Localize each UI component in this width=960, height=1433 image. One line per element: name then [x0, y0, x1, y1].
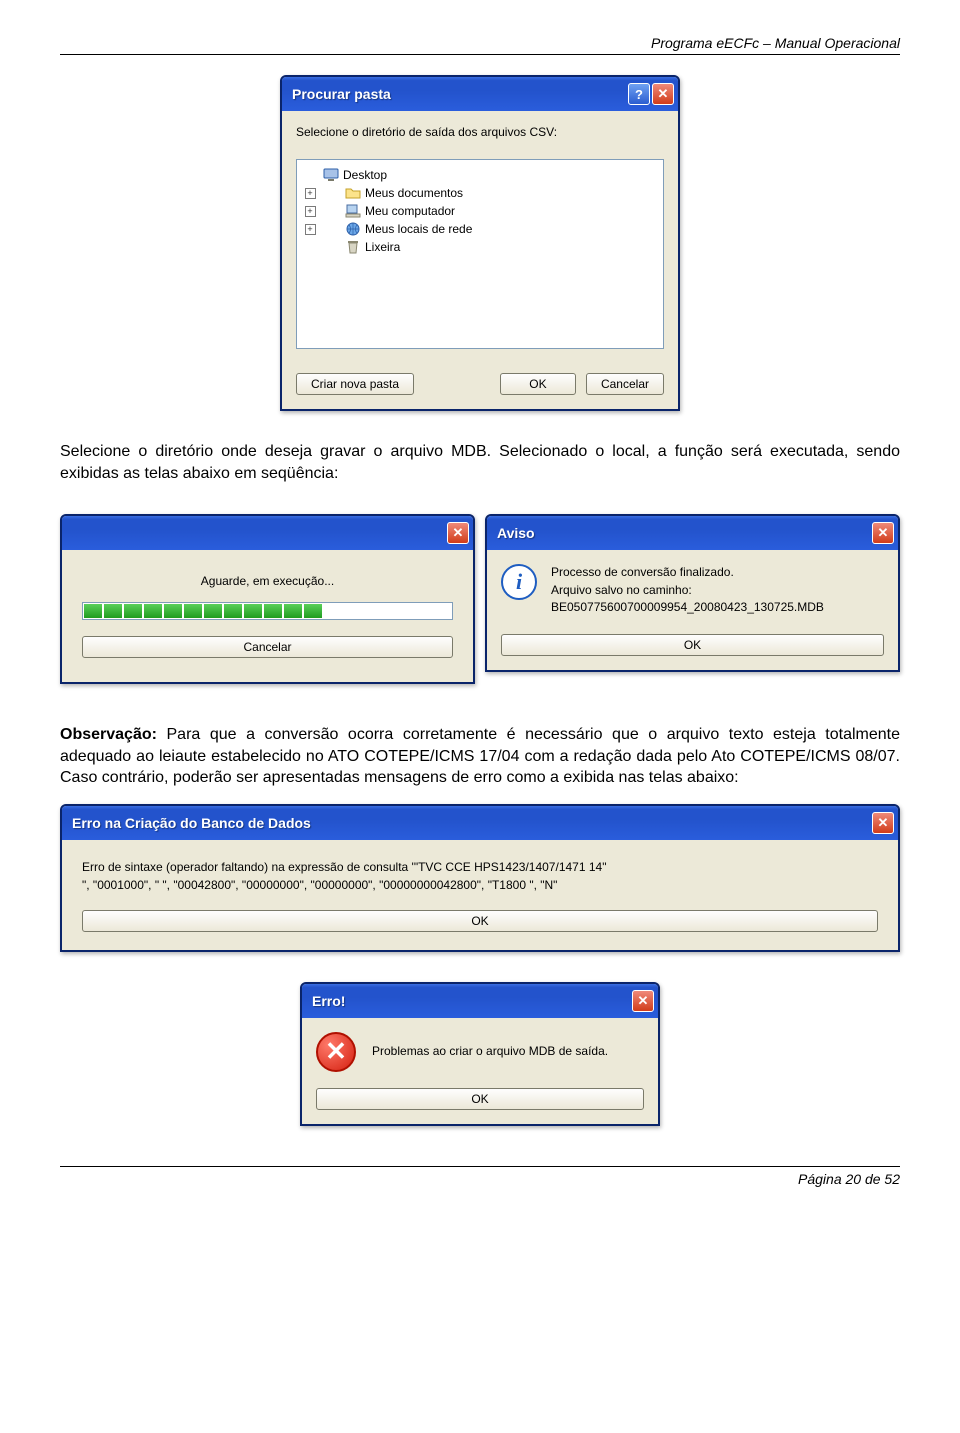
progress-dialog: ✕ Aguarde, em execução... Cancelar — [60, 514, 475, 684]
aviso-message: Processo de conversão finalizado. Arquiv… — [551, 564, 824, 616]
dialog-titlebar: ✕ — [62, 516, 473, 550]
cancel-button[interactable]: Cancelar — [82, 636, 453, 658]
folder-tree[interactable]: Desktop + Meus documentos + Meu — [296, 159, 664, 349]
network-icon — [345, 221, 361, 237]
doc-header: Programa eECFc – Manual Operacional — [60, 35, 900, 55]
dialog-titlebar: Procurar pasta ? ✕ — [282, 77, 678, 111]
observacao-label: Observação: — [60, 726, 157, 743]
aviso-dialog: Aviso ✕ i Processo de conversão finaliza… — [485, 514, 900, 672]
help-button[interactable]: ? — [628, 83, 650, 105]
tree-label: Desktop — [343, 168, 387, 182]
aviso-line: Arquivo salvo no caminho: — [551, 582, 824, 599]
cancel-button[interactable]: Cancelar — [586, 373, 664, 395]
folder-icon — [345, 185, 361, 201]
expand-icon[interactable]: + — [305, 206, 316, 217]
tree-item-docs[interactable]: + Meus documentos — [301, 184, 659, 202]
db-error-dialog: Erro na Criação do Banco de Dados ✕ Erro… — [60, 804, 900, 952]
ok-button[interactable]: OK — [316, 1088, 644, 1110]
expand-icon[interactable]: + — [305, 188, 316, 199]
instruction-label: Selecione o diretório de saída dos arqui… — [296, 125, 664, 139]
computer-icon — [345, 203, 361, 219]
error-message: Problemas ao criar o arquivo MDB de saíd… — [372, 1043, 608, 1060]
error-icon: ✕ — [316, 1032, 356, 1072]
expand-icon[interactable]: + — [305, 224, 316, 235]
dialog-titlebar: Erro na Criação do Banco de Dados ✕ — [62, 806, 898, 840]
close-button[interactable]: ✕ — [652, 83, 674, 105]
close-button[interactable]: ✕ — [872, 812, 894, 834]
aviso-line: BE050775600700009954_20080423_130725.MDB — [551, 599, 824, 616]
tree-label: Meus locais de rede — [365, 222, 472, 236]
aviso-line: Processo de conversão finalizado. — [551, 564, 824, 581]
error-line: Erro de sintaxe (operador faltando) na e… — [82, 858, 878, 876]
browse-folder-dialog: Procurar pasta ? ✕ Selecione o diretório… — [280, 75, 680, 411]
close-button[interactable]: ✕ — [447, 522, 469, 544]
doc-footer: Página 20 de 52 — [60, 1166, 900, 1187]
tree-label: Meus documentos — [365, 186, 463, 200]
dialog-title: Erro na Criação do Banco de Dados — [72, 815, 872, 831]
close-button[interactable]: ✕ — [872, 522, 894, 544]
tree-item-desktop[interactable]: Desktop — [301, 166, 659, 184]
dialog-titlebar: Erro! ✕ — [302, 984, 658, 1018]
tree-item-network[interactable]: + Meus locais de rede — [301, 220, 659, 238]
error-dialog: Erro! ✕ ✕ Problemas ao criar o arquivo M… — [300, 982, 660, 1126]
dialog-title: Aviso — [497, 525, 872, 541]
tree-item-computer[interactable]: + Meu computador — [301, 202, 659, 220]
paragraph: Selecione o diretório onde deseja gravar… — [60, 441, 900, 484]
dialog-title: Erro! — [312, 993, 632, 1009]
trash-icon — [345, 239, 361, 255]
new-folder-button[interactable]: Criar nova pasta — [296, 373, 414, 395]
tree-label: Meu computador — [365, 204, 455, 218]
info-icon: i — [501, 564, 537, 600]
ok-button[interactable]: OK — [501, 634, 884, 656]
error-line: ", "0001000", " ", "00042800", "00000000… — [82, 876, 878, 894]
progress-label: Aguarde, em execução... — [82, 574, 453, 588]
tree-label: Lixeira — [365, 240, 400, 254]
dialog-titlebar: Aviso ✕ — [487, 516, 898, 550]
close-button[interactable]: ✕ — [632, 990, 654, 1012]
error-message: Erro de sintaxe (operador faltando) na e… — [82, 858, 878, 894]
observacao-paragraph: Observação: Para que a conversão ocorra … — [60, 724, 900, 789]
desktop-icon — [323, 167, 339, 183]
observacao-text: Para que a conversão ocorra corretamente… — [60, 726, 900, 786]
dialog-title: Procurar pasta — [292, 86, 628, 102]
progress-bar — [82, 602, 453, 620]
ok-button[interactable]: OK — [500, 373, 576, 395]
ok-button[interactable]: OK — [82, 910, 878, 932]
tree-item-trash[interactable]: Lixeira — [301, 238, 659, 256]
